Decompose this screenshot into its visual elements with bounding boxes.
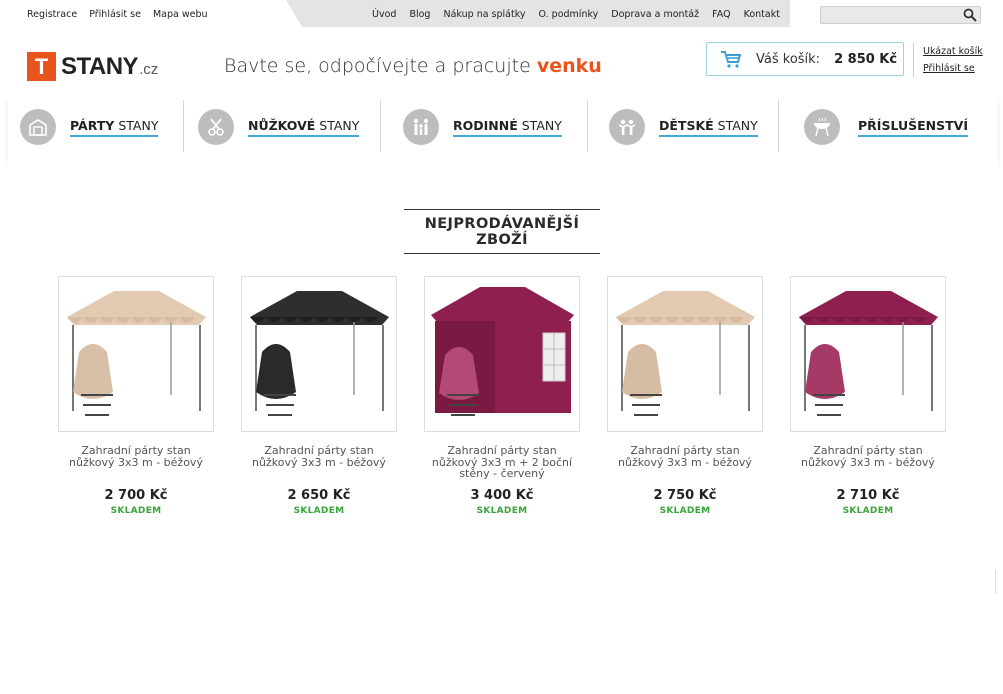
product-name[interactable]: Zahradní párty stan nůžkový 3x3 m - béžo… [607, 445, 763, 481]
product-name[interactable]: Zahradní párty stan nůžkový 3x3 m + 2 bo… [424, 445, 580, 481]
product-image[interactable] [790, 276, 946, 432]
tent-image [431, 287, 574, 416]
search-box [820, 6, 981, 28]
bestsellers-section: NEJPRODÁVANĚJŠÍ ZBOŽÍ Zahradní párty sta… [8, 162, 998, 567]
tent-image [616, 291, 755, 416]
scroll-edge [995, 570, 996, 594]
product-card[interactable]: Zahradní párty stan nůžkový 3x3 m - béžo… [607, 276, 763, 516]
nav-accessories[interactable]: PŘÍSLUŠENSTVÍ [804, 104, 968, 150]
product-image[interactable] [241, 276, 397, 432]
nav-divider [778, 100, 779, 152]
product-card[interactable]: Zahradní párty stan nůžkový 3x3 m + 2 bo… [424, 276, 580, 516]
nav-kids-tents[interactable]: DĚTSKÉ STANY [609, 104, 758, 150]
account-links: Registrace Přihlásit se Mapa webu [27, 9, 217, 20]
nav-divider [587, 100, 588, 152]
top-bar: Registrace Přihlásit se Mapa webu Úvod B… [0, 0, 1003, 28]
top-nav-contact[interactable]: Kontakt [744, 9, 780, 20]
tagline: Bavte se, odpočívejte a pracujte venku [224, 55, 602, 77]
nav-label: RODINNÉ STANY [453, 118, 562, 137]
nav-divider [380, 100, 381, 152]
product-price: 2 700 Kč [104, 488, 168, 503]
family-icon [403, 109, 439, 145]
top-nav-home[interactable]: Úvod [372, 9, 396, 20]
product-price: 2 750 Kč [653, 488, 717, 503]
register-link[interactable]: Registrace [27, 9, 77, 20]
logo[interactable]: T STANY .cz [27, 52, 158, 81]
cart-total: 2 850 Kč [834, 51, 898, 67]
product-card[interactable]: Zahradní párty stan nůžkový 3x3 m - béžo… [58, 276, 214, 516]
cart-links: Ukázat košík Přihlásit se [913, 43, 983, 77]
stock-status: SKLADEM [842, 506, 894, 516]
tagline-accent: venku [536, 55, 602, 77]
product-name[interactable]: Zahradní párty stan nůžkový 3x3 m - béžo… [790, 445, 946, 481]
logo-mark: T [27, 52, 56, 81]
product-price: 2 650 Kč [287, 488, 351, 503]
logo-word: STANY [61, 52, 139, 80]
top-nav-installments[interactable]: Nákup na splátky [443, 9, 525, 20]
page: Registrace Přihlásit se Mapa webu Úvod B… [0, 0, 1003, 694]
kids-icon [609, 109, 645, 145]
grill-icon [804, 109, 840, 145]
tagline-text: Bavte se, odpočívejte a pracujte [224, 55, 537, 77]
nav-scissor-tents[interactable]: NŮŽKOVÉ STANY [198, 104, 360, 150]
top-nav: Úvod Blog Nákup na splátky O. podmínky D… [372, 9, 790, 20]
scissors-icon [198, 109, 234, 145]
category-nav: PÁRTY STANY NŮŽKOVÉ STANY RODINNÉ STANY … [8, 96, 998, 162]
login-link[interactable]: Přihlásit se [89, 9, 141, 20]
nav-label: DĚTSKÉ STANY [659, 118, 758, 137]
nav-family-tents[interactable]: RODINNÉ STANY [403, 104, 562, 150]
product-card[interactable]: Zahradní párty stan nůžkový 3x3 m - béžo… [790, 276, 946, 516]
nav-party-tents[interactable]: PÁRTY STANY [20, 104, 159, 150]
product-name[interactable]: Zahradní párty stan nůžkový 3x3 m - béžo… [58, 445, 214, 481]
cart-icon [721, 51, 742, 68]
stock-status: SKLADEM [476, 506, 528, 516]
tent-image [250, 291, 389, 416]
search-icon[interactable] [963, 8, 977, 22]
stock-status: SKLADEM [293, 506, 345, 516]
header-login-link[interactable]: Přihlásit se [923, 60, 983, 77]
section-title: NEJPRODÁVANĚJŠÍ ZBOŽÍ [404, 209, 600, 254]
stock-status: SKLADEM [110, 506, 162, 516]
nav-label: PŘÍSLUŠENSTVÍ [858, 118, 968, 137]
tent-image [67, 291, 206, 416]
top-nav-delivery[interactable]: Doprava a montáž [611, 9, 699, 20]
logo-suffix: .cz [139, 61, 159, 78]
party-tent-icon [20, 109, 56, 145]
top-nav-terms[interactable]: O. podmínky [539, 9, 599, 20]
show-cart-link[interactable]: Ukázat košík [923, 43, 983, 60]
tent-image [799, 291, 938, 416]
product-image[interactable] [607, 276, 763, 432]
cart-box[interactable]: Váš košík: 2 850 Kč [706, 42, 904, 76]
search-input[interactable] [821, 11, 964, 28]
product-image[interactable] [424, 276, 580, 432]
top-nav-blog[interactable]: Blog [409, 9, 430, 20]
stock-status: SKLADEM [659, 506, 711, 516]
product-price: 3 400 Kč [470, 488, 534, 503]
nav-label: NŮŽKOVÉ STANY [248, 118, 360, 137]
product-card[interactable]: Zahradní párty stan nůžkový 3x3 m - béžo… [241, 276, 397, 516]
product-price: 2 710 Kč [836, 488, 900, 503]
product-name[interactable]: Zahradní párty stan nůžkový 3x3 m - béžo… [241, 445, 397, 481]
nav-label: PÁRTY STANY [70, 118, 159, 137]
top-nav-faq[interactable]: FAQ [712, 9, 730, 20]
product-image[interactable] [58, 276, 214, 432]
cart-label: Váš košík: [756, 51, 821, 67]
sitemap-link[interactable]: Mapa webu [153, 9, 208, 20]
nav-divider [183, 100, 184, 152]
